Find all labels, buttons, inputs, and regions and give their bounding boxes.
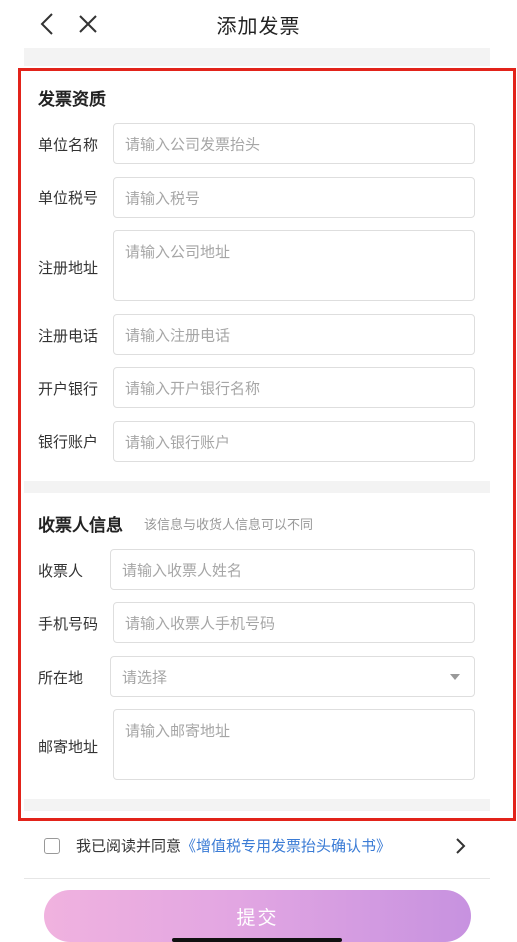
section-separator	[24, 799, 490, 811]
location-label: 所在地	[38, 669, 84, 687]
home-indicator	[172, 938, 342, 942]
submit-label: 提交	[236, 906, 279, 929]
location-select[interactable]: 请选择	[110, 656, 475, 697]
bank-account-label: 银行账户	[38, 433, 99, 451]
submit-button[interactable]: 提交	[44, 890, 471, 942]
section-separator	[24, 48, 490, 66]
dropdown-caret-icon	[450, 673, 460, 680]
phone-number-input[interactable]: 请输入收票人手机号码	[113, 602, 475, 643]
company-name-placeholder: 请输入公司发票抬头	[125, 135, 261, 153]
registered-address-placeholder: 请输入公司地址	[125, 243, 231, 261]
agreement-prefix: 我已阅读并同意	[76, 837, 182, 855]
registered-address-textarea[interactable]: 请输入公司地址	[113, 230, 475, 301]
bank-name-label: 开户银行	[38, 380, 99, 398]
company-name-input[interactable]: 请输入公司发票抬头	[113, 123, 475, 164]
location-select-value: 请选择	[122, 668, 168, 686]
chevron-right-icon[interactable]	[452, 836, 468, 856]
page-title: 添加发票	[216, 14, 301, 38]
invoice-section-title: 发票资质	[38, 90, 106, 110]
recipient-name-input[interactable]: 请输入收票人姓名	[110, 549, 475, 590]
recipient-section-subtitle: 该信息与收货人信息可以不同	[144, 518, 314, 533]
registered-address-label: 注册地址	[38, 259, 99, 277]
agreement-link[interactable]: 《增值税专用发票抬头确认书》	[181, 837, 391, 855]
agreement-row[interactable]: 我已阅读并同意《增值税专用发票抬头确认书》	[0, 826, 517, 866]
bank-name-input[interactable]: 请输入开户银行名称	[113, 367, 475, 408]
section-separator	[24, 481, 490, 493]
agreement-checkbox[interactable]	[44, 838, 60, 854]
mailing-address-label: 邮寄地址	[38, 738, 99, 756]
recipient-name-placeholder: 请输入收票人姓名	[122, 561, 243, 579]
recipient-name-label: 收票人	[38, 562, 84, 580]
phone-number-placeholder: 请输入收票人手机号码	[125, 614, 276, 632]
mailing-address-placeholder: 请输入邮寄地址	[125, 722, 231, 740]
tax-number-input[interactable]: 请输入税号	[113, 177, 475, 218]
registered-phone-input[interactable]: 请输入注册电话	[113, 314, 475, 355]
agreement-text: 我已阅读并同意《增值税专用发票抬头确认书》	[76, 835, 391, 856]
tax-number-placeholder: 请输入税号	[125, 189, 201, 207]
tax-number-label: 单位税号	[38, 189, 99, 207]
bank-account-placeholder: 请输入银行账户	[125, 433, 231, 451]
registered-phone-placeholder: 请输入注册电话	[125, 326, 231, 344]
recipient-section-title: 收票人信息	[38, 516, 123, 536]
divider	[24, 878, 490, 879]
company-name-label: 单位名称	[38, 136, 99, 154]
bank-account-input[interactable]: 请输入银行账户	[113, 421, 475, 462]
phone-number-label: 手机号码	[38, 615, 99, 633]
top-bar: 添加发票	[0, 0, 517, 48]
registered-phone-label: 注册电话	[38, 327, 99, 345]
mailing-address-textarea[interactable]: 请输入邮寄地址	[113, 709, 475, 780]
bank-name-placeholder: 请输入开户银行名称	[125, 379, 261, 397]
